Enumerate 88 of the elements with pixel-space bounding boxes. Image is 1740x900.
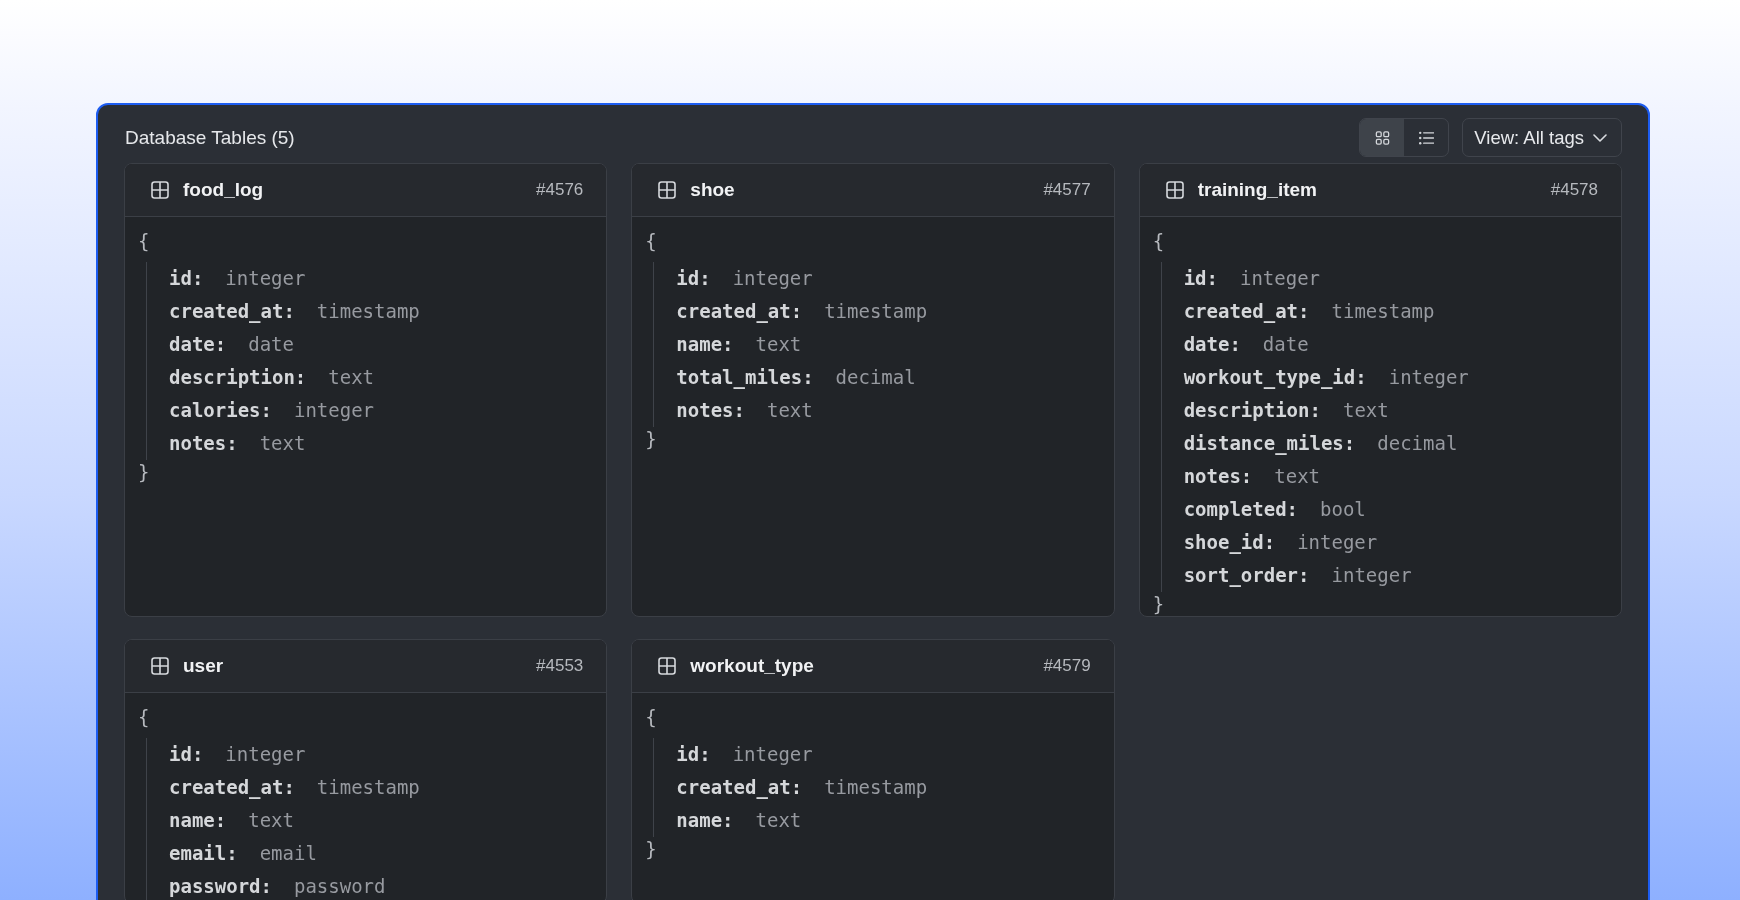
open-brace: { — [645, 705, 657, 729]
table-name: food_log — [183, 179, 264, 201]
field-name: date: — [169, 332, 227, 357]
field-type: password — [293, 874, 386, 899]
field-type: integer — [225, 266, 306, 291]
field-type: timestamp — [316, 775, 420, 800]
field-name: id: — [676, 266, 711, 291]
table-id: #4553 — [536, 656, 584, 676]
table-name: training_item — [1197, 179, 1317, 201]
field-name: name: — [676, 808, 734, 833]
panel-title: Database Tables (5) — [124, 126, 295, 149]
field-name: id: — [169, 742, 204, 767]
field-name: email: — [169, 841, 238, 866]
field-name: created_at: — [169, 299, 295, 325]
chevron-down-icon — [1593, 133, 1607, 142]
field-type: integer — [1388, 365, 1469, 390]
field-type: text — [1342, 398, 1389, 423]
field-type: date — [1262, 332, 1309, 357]
close-brace: } — [645, 427, 657, 451]
field-type: bool — [1320, 497, 1366, 522]
field-name: password: — [169, 874, 272, 899]
field-name: distance_miles: — [1183, 431, 1356, 457]
field-name: id: — [676, 742, 711, 767]
open-brace: { — [138, 705, 150, 729]
field-type: date — [248, 332, 294, 357]
field-name: id: — [169, 266, 204, 291]
field-name: id: — [1183, 266, 1218, 291]
field-type: timestamp — [1331, 299, 1435, 324]
field-name: calories: — [169, 398, 272, 423]
field-name: total_miles: — [676, 365, 814, 391]
grid-icon — [1374, 130, 1390, 145]
close-brace: } — [1152, 592, 1165, 616]
field-type: decimal — [1377, 431, 1458, 456]
list-icon — [1418, 130, 1434, 145]
field-name: created_at: — [676, 299, 803, 325]
field-name: name: — [676, 332, 734, 357]
table-name: workout_type — [690, 655, 814, 677]
table-id: #4578 — [1550, 180, 1598, 200]
table-name: shoe — [690, 179, 735, 201]
field-name: created_at: — [169, 775, 295, 801]
field-name: notes: — [169, 431, 238, 456]
field-name: workout_type_id: — [1183, 365, 1367, 391]
field-type: text — [259, 431, 306, 456]
close-brace: } — [138, 460, 150, 484]
open-brace: { — [1152, 229, 1165, 253]
table-icon — [151, 181, 169, 199]
field-name: notes: — [1183, 464, 1253, 489]
field-name: created_at: — [676, 775, 803, 801]
grid-view-button[interactable] — [1360, 119, 1405, 156]
field-name: completed: — [1183, 497, 1299, 522]
table-id: #4576 — [536, 180, 584, 200]
table-icon — [658, 657, 677, 675]
field-name: sort_order: — [1183, 563, 1310, 589]
table-icon — [1165, 181, 1184, 199]
table-id: #4579 — [1043, 656, 1091, 676]
field-type: decimal — [835, 365, 916, 390]
field-type: text — [766, 398, 813, 423]
field-type: text — [328, 365, 375, 390]
field-type: integer — [1240, 266, 1321, 291]
field-name: description: — [169, 365, 307, 390]
field-type: text — [755, 808, 802, 833]
field-type: integer — [732, 266, 813, 291]
table-icon — [151, 657, 169, 675]
table-icon — [658, 181, 677, 199]
field-type: integer — [1297, 530, 1378, 555]
field-type: text — [248, 808, 294, 833]
open-brace: { — [645, 229, 657, 253]
field-type: email — [259, 841, 317, 866]
field-name: shoe_id: — [1183, 530, 1276, 556]
field-type: integer — [1331, 563, 1412, 588]
field-type: integer — [225, 742, 306, 767]
field-type: timestamp — [824, 775, 928, 800]
field-name: description: — [1183, 398, 1321, 423]
field-name: notes: — [676, 398, 745, 423]
field-type: text — [1274, 464, 1321, 489]
field-name: name: — [169, 808, 227, 833]
table-name: user — [183, 655, 224, 677]
field-type: text — [755, 332, 802, 357]
field-name: date: — [1183, 332, 1241, 357]
field-type: timestamp — [316, 299, 420, 324]
tag-filter-dropdown[interactable]: View: All tags — [1462, 118, 1622, 157]
field-type: integer — [732, 742, 813, 767]
field-type: timestamp — [824, 299, 928, 324]
close-brace: } — [645, 837, 657, 861]
field-name: created_at: — [1183, 299, 1310, 325]
table-id: #4577 — [1043, 180, 1091, 200]
field-type: integer — [293, 398, 375, 423]
open-brace: { — [138, 229, 150, 253]
